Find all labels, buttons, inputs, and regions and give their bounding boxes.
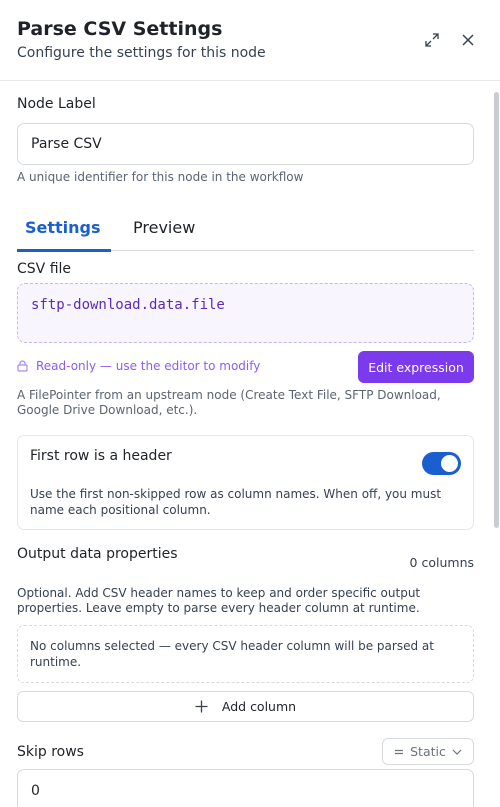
close-button[interactable] xyxy=(458,30,478,50)
header-row-desc-line2: name each positional column. xyxy=(30,503,211,517)
active-tab-indicator xyxy=(17,249,111,252)
output-props-hint-line2: properties. Leave empty to parse every h… xyxy=(17,601,420,615)
readonly-text: Read-only — use the editor to modify xyxy=(36,359,261,373)
skip-rows-heading: Skip rows xyxy=(17,744,84,760)
toggle-knob xyxy=(441,455,458,472)
header-row-card: First row is a header Use the first non-… xyxy=(17,435,474,530)
header-row-desc-line1: Use the first non-skipped row as column … xyxy=(30,487,442,501)
scrollbar-thumb[interactable] xyxy=(494,92,499,528)
skip-rows-input[interactable]: 0 xyxy=(17,769,474,807)
node-label-input[interactable]: Parse CSV xyxy=(17,123,474,165)
node-label-hint: A unique identifier for this node in the… xyxy=(17,170,304,184)
output-props-heading: Output data properties xyxy=(17,546,178,562)
header-row-title: First row is a header xyxy=(30,448,172,464)
add-column-button[interactable]: Add column xyxy=(17,691,474,722)
output-props-hint-line1: Optional. Add CSV header names to keep a… xyxy=(17,586,421,600)
readonly-notice: Read-only — use the editor to modify xyxy=(17,359,260,373)
tab-bar: Settings Preview xyxy=(17,208,474,252)
chevron-down-icon xyxy=(452,749,462,755)
csv-file-expression: sftp-download.data.file xyxy=(17,283,474,343)
panel-header: Parse CSV Settings Configure the setting… xyxy=(0,0,500,81)
csv-file-expression-text: sftp-download.data.file xyxy=(31,297,225,313)
tab-settings[interactable]: Settings xyxy=(25,218,101,237)
panel-subtitle: Configure the settings for this node xyxy=(17,45,266,61)
empty-state-line1: No columns selected — every CSV header c… xyxy=(30,639,434,653)
skip-rows-mode-select[interactable]: Static xyxy=(382,738,474,765)
csv-file-hint-line2: Google Drive Download, etc.). xyxy=(17,403,198,417)
equals-icon xyxy=(395,749,404,754)
expand-icon xyxy=(425,33,439,47)
panel-title: Parse CSV Settings xyxy=(17,18,223,40)
csv-file-heading: CSV file xyxy=(17,261,72,277)
tab-preview[interactable]: Preview xyxy=(133,218,195,237)
lock-icon xyxy=(17,360,28,372)
plus-icon xyxy=(195,700,208,713)
expand-button[interactable] xyxy=(422,30,442,50)
csv-file-hint-line1: A FilePointer from an upstream node (Cre… xyxy=(17,388,441,402)
columns-count: 0 columns xyxy=(409,555,474,570)
columns-empty-state: No columns selected — every CSV header c… xyxy=(17,625,474,683)
header-row-description: Use the first non-skipped row as column … xyxy=(30,486,460,518)
header-row-toggle[interactable] xyxy=(422,452,461,475)
node-label-heading: Node Label xyxy=(17,96,96,112)
edit-expression-button[interactable]: Edit expression xyxy=(358,351,474,383)
empty-state-line2: runtime. xyxy=(30,655,82,669)
skip-rows-mode-label: Static xyxy=(410,744,446,759)
add-column-label: Add column xyxy=(221,699,297,714)
close-icon xyxy=(462,34,474,46)
